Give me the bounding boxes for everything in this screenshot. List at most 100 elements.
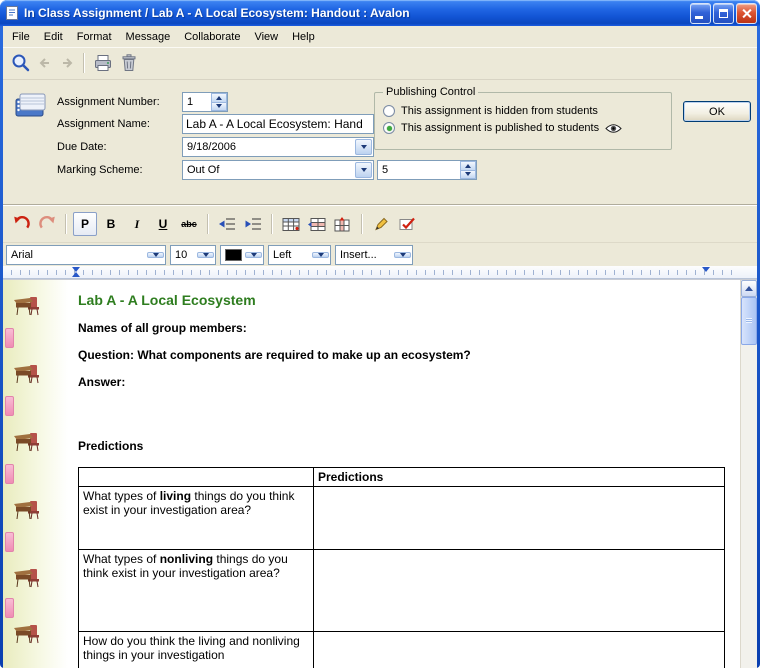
answer-line: Answer: <box>78 375 734 389</box>
table-row: What types of living things do you think… <box>79 487 725 550</box>
toolbar-separator <box>65 214 67 234</box>
menu-format[interactable]: Format <box>70 28 119 46</box>
menu-edit[interactable]: Edit <box>37 28 70 46</box>
undo-button[interactable] <box>9 212 33 236</box>
italic-button[interactable]: I <box>125 212 149 236</box>
decorative-margin <box>3 280 68 668</box>
scrollbar-thumb[interactable] <box>741 297 757 345</box>
marking-points-spinner[interactable]: 5 <box>377 160 477 180</box>
minimize-icon <box>695 16 703 19</box>
insert-value: Insert... <box>336 249 393 261</box>
ok-button[interactable]: OK <box>683 101 751 122</box>
font-color-combo[interactable] <box>220 245 264 265</box>
answer-cell[interactable] <box>314 632 725 668</box>
insert-column-button[interactable] <box>331 212 355 236</box>
delete-button[interactable] <box>117 51 141 75</box>
dropdown-arrow[interactable] <box>355 162 372 178</box>
maximize-button[interactable] <box>713 3 734 24</box>
left-indent-marker[interactable] <box>72 268 80 277</box>
desk-illustration <box>13 430 41 452</box>
menu-help[interactable]: Help <box>285 28 322 46</box>
zoom-button[interactable] <box>9 51 33 75</box>
menu-collaborate[interactable]: Collaborate <box>177 28 247 46</box>
radio-button-published[interactable] <box>383 122 395 134</box>
pink-tab-illustration <box>5 464 14 484</box>
toolbar-separator <box>83 53 85 73</box>
spin-down-button[interactable] <box>211 103 227 112</box>
header-cell-blank <box>79 468 314 487</box>
previous-button[interactable] <box>35 51 55 75</box>
document-area[interactable]: Lab A - A Local Ecosystem Names of all g… <box>3 279 757 668</box>
document-content[interactable]: Lab A - A Local Ecosystem Names of all g… <box>68 280 740 668</box>
underline-button[interactable]: U <box>151 212 175 236</box>
indent-button[interactable] <box>241 212 265 236</box>
radio-button-hidden[interactable] <box>383 105 395 117</box>
paragraph-marks-button[interactable]: P <box>73 212 97 236</box>
form-check-button[interactable] <box>395 212 419 236</box>
right-margin-marker[interactable] <box>702 267 710 276</box>
insert-row-button[interactable] <box>305 212 329 236</box>
edit-cell-button[interactable] <box>369 212 393 236</box>
title-bar[interactable]: In Class Assignment / Lab A - A Local Ec… <box>0 0 760 26</box>
assignment-name-input[interactable] <box>183 115 373 133</box>
radio-label-hidden: This assignment is hidden from students <box>401 105 598 117</box>
down-arrow-icon <box>361 145 367 152</box>
spin-down-button[interactable] <box>460 171 476 180</box>
dropdown-arrow[interactable] <box>147 252 164 258</box>
question-line: Question: What components are required t… <box>78 348 734 362</box>
close-icon <box>741 8 752 19</box>
question-text: What types of <box>83 552 160 566</box>
scrollbar-track[interactable] <box>741 345 757 668</box>
minimize-button[interactable] <box>690 3 711 24</box>
font-size-combo[interactable]: 10 <box>170 245 216 265</box>
radio-option-published[interactable]: This assignment is published to students <box>383 122 663 134</box>
spin-up-button[interactable] <box>211 93 227 103</box>
window-client-area: File Edit Format Message Collaborate Vie… <box>3 26 757 668</box>
dropdown-arrow[interactable] <box>355 139 372 155</box>
print-button[interactable] <box>91 51 115 75</box>
assignment-name-field[interactable] <box>182 114 374 134</box>
undo-icon <box>12 215 31 233</box>
alignment-value: Left <box>269 249 311 261</box>
answer-cell[interactable] <box>314 487 725 550</box>
redo-button[interactable] <box>35 212 59 236</box>
desk-illustration <box>13 498 41 520</box>
desk-illustration <box>13 362 41 384</box>
next-button[interactable] <box>57 51 77 75</box>
assignment-number-value: 1 <box>183 93 211 111</box>
scroll-up-button[interactable] <box>741 280 757 297</box>
previous-arrow-icon <box>38 56 52 70</box>
notebook-icon <box>12 90 50 122</box>
outdent-button[interactable] <box>215 212 239 236</box>
toolbar-separator <box>207 214 209 234</box>
dropdown-arrow[interactable] <box>245 252 262 258</box>
vertical-scrollbar[interactable] <box>740 280 757 668</box>
menu-view[interactable]: View <box>247 28 285 46</box>
bold-button[interactable]: B <box>99 212 123 236</box>
printer-icon <box>93 54 113 72</box>
strikethrough-button[interactable]: abc <box>177 212 201 236</box>
down-arrow-icon <box>465 172 471 179</box>
next-arrow-icon <box>60 56 74 70</box>
spinner-buttons <box>211 93 227 111</box>
dropdown-arrow[interactable] <box>394 252 411 258</box>
spin-up-button[interactable] <box>460 161 476 171</box>
outdent-icon <box>218 217 236 231</box>
font-family-combo[interactable]: Arial <box>6 245 166 265</box>
insert-combo[interactable]: Insert... <box>335 245 413 265</box>
close-button[interactable] <box>736 3 757 24</box>
menu-file[interactable]: File <box>5 28 37 46</box>
dropdown-arrow[interactable] <box>312 252 329 258</box>
down-arrow-icon <box>400 253 406 260</box>
assignment-number-spinner[interactable]: 1 <box>182 92 228 112</box>
question-cell: How do you think the living and nonlivin… <box>79 632 314 668</box>
menu-message[interactable]: Message <box>119 28 178 46</box>
window-icon <box>3 5 20 22</box>
insert-table-button[interactable] <box>279 212 303 236</box>
answer-cell[interactable] <box>314 550 725 632</box>
radio-option-hidden[interactable]: This assignment is hidden from students <box>383 105 663 117</box>
due-date-combo[interactable]: 9/18/2006 <box>182 137 374 157</box>
dropdown-arrow[interactable] <box>197 252 214 258</box>
marking-scheme-combo[interactable]: Out Of <box>182 160 374 180</box>
alignment-combo[interactable]: Left <box>268 245 331 265</box>
